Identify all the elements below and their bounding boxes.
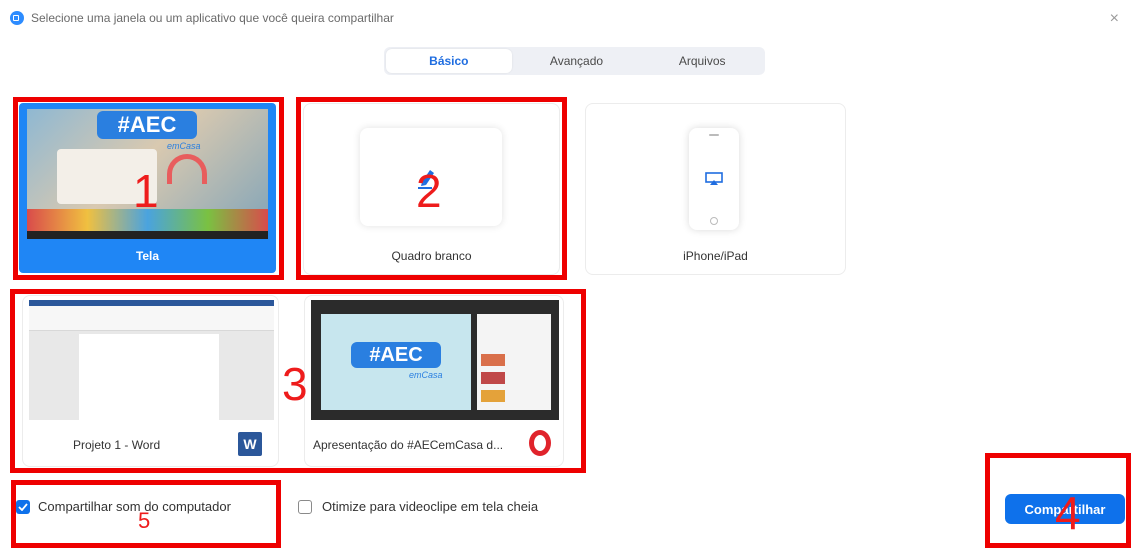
phone-preview bbox=[689, 128, 739, 230]
tab-avancado[interactable]: Avançado bbox=[514, 47, 640, 75]
sound-checkbox[interactable] bbox=[16, 499, 30, 514]
opera-thumbnail: #AEC emCasa bbox=[311, 300, 559, 420]
aec-logo-sub: emCasa bbox=[167, 141, 201, 151]
opera-label: Apresentação do #AECemCasa d... bbox=[313, 438, 504, 452]
word-page bbox=[79, 334, 219, 420]
phone-speaker bbox=[709, 134, 719, 136]
annotation-number-4: 4 bbox=[1055, 487, 1081, 539]
video-thumb-2 bbox=[481, 372, 505, 384]
dialog-header: Selecione uma janela ou um aplicativo qu… bbox=[10, 8, 394, 28]
share-option-word[interactable]: Projeto 1 - Word W bbox=[22, 295, 279, 467]
word-label: Projeto 1 - Word bbox=[73, 438, 161, 452]
airplay-icon bbox=[705, 172, 723, 185]
option-optimize-video[interactable]: Otimize para videoclipe em tela cheia bbox=[298, 499, 538, 514]
word-ribbon bbox=[29, 306, 274, 331]
opera-app-icon bbox=[529, 430, 551, 456]
close-icon[interactable]: × bbox=[1110, 10, 1119, 28]
annotation-number-2: 2 bbox=[416, 165, 442, 217]
share-option-opera[interactable]: #AEC emCasa Apresentação do #AECemCasa d… bbox=[304, 295, 564, 467]
check-icon bbox=[18, 502, 28, 511]
aec-logo-text-2: #AEC bbox=[351, 342, 441, 368]
share-option-iphone-ipad[interactable]: iPhone/iPad bbox=[585, 103, 846, 275]
sidebar-list bbox=[477, 314, 551, 410]
zoom-share-icon bbox=[10, 11, 24, 25]
tela-label: Tela bbox=[135, 249, 160, 263]
video-thumb-1 bbox=[481, 354, 505, 366]
quadro-branco-label: Quadro branco bbox=[391, 249, 472, 263]
tab-bar: Básico Avançado Arquivos bbox=[384, 47, 765, 75]
tab-arquivos[interactable]: Arquivos bbox=[639, 47, 765, 75]
video-frame: #AEC emCasa bbox=[321, 314, 471, 410]
aec-logo-text: #AEC bbox=[97, 111, 197, 139]
option-share-sound[interactable]: Compartilhar som do computador bbox=[16, 499, 231, 514]
aec-logo-sub-2: emCasa bbox=[409, 370, 443, 380]
annotation-number-3: 3 bbox=[282, 358, 308, 410]
word-thumbnail bbox=[29, 300, 274, 420]
phone-home-button bbox=[710, 217, 718, 225]
annotation-number-5: 5 bbox=[138, 508, 151, 533]
dialog-title: Selecione uma janela ou um aplicativo qu… bbox=[31, 11, 394, 25]
tab-basico[interactable]: Básico bbox=[386, 49, 512, 73]
video-thumb-3 bbox=[481, 390, 505, 402]
video-label: Otimize para videoclipe em tela cheia bbox=[322, 499, 539, 514]
iphone-ipad-label: iPhone/iPad bbox=[683, 249, 748, 263]
word-app-icon: W bbox=[238, 432, 262, 456]
annotation-number-1: 1 bbox=[133, 165, 159, 217]
taskbar-strip bbox=[27, 231, 268, 239]
rainbow-shape bbox=[167, 154, 207, 184]
video-checkbox[interactable] bbox=[298, 499, 312, 514]
sound-label: Compartilhar som do computador bbox=[38, 499, 231, 514]
